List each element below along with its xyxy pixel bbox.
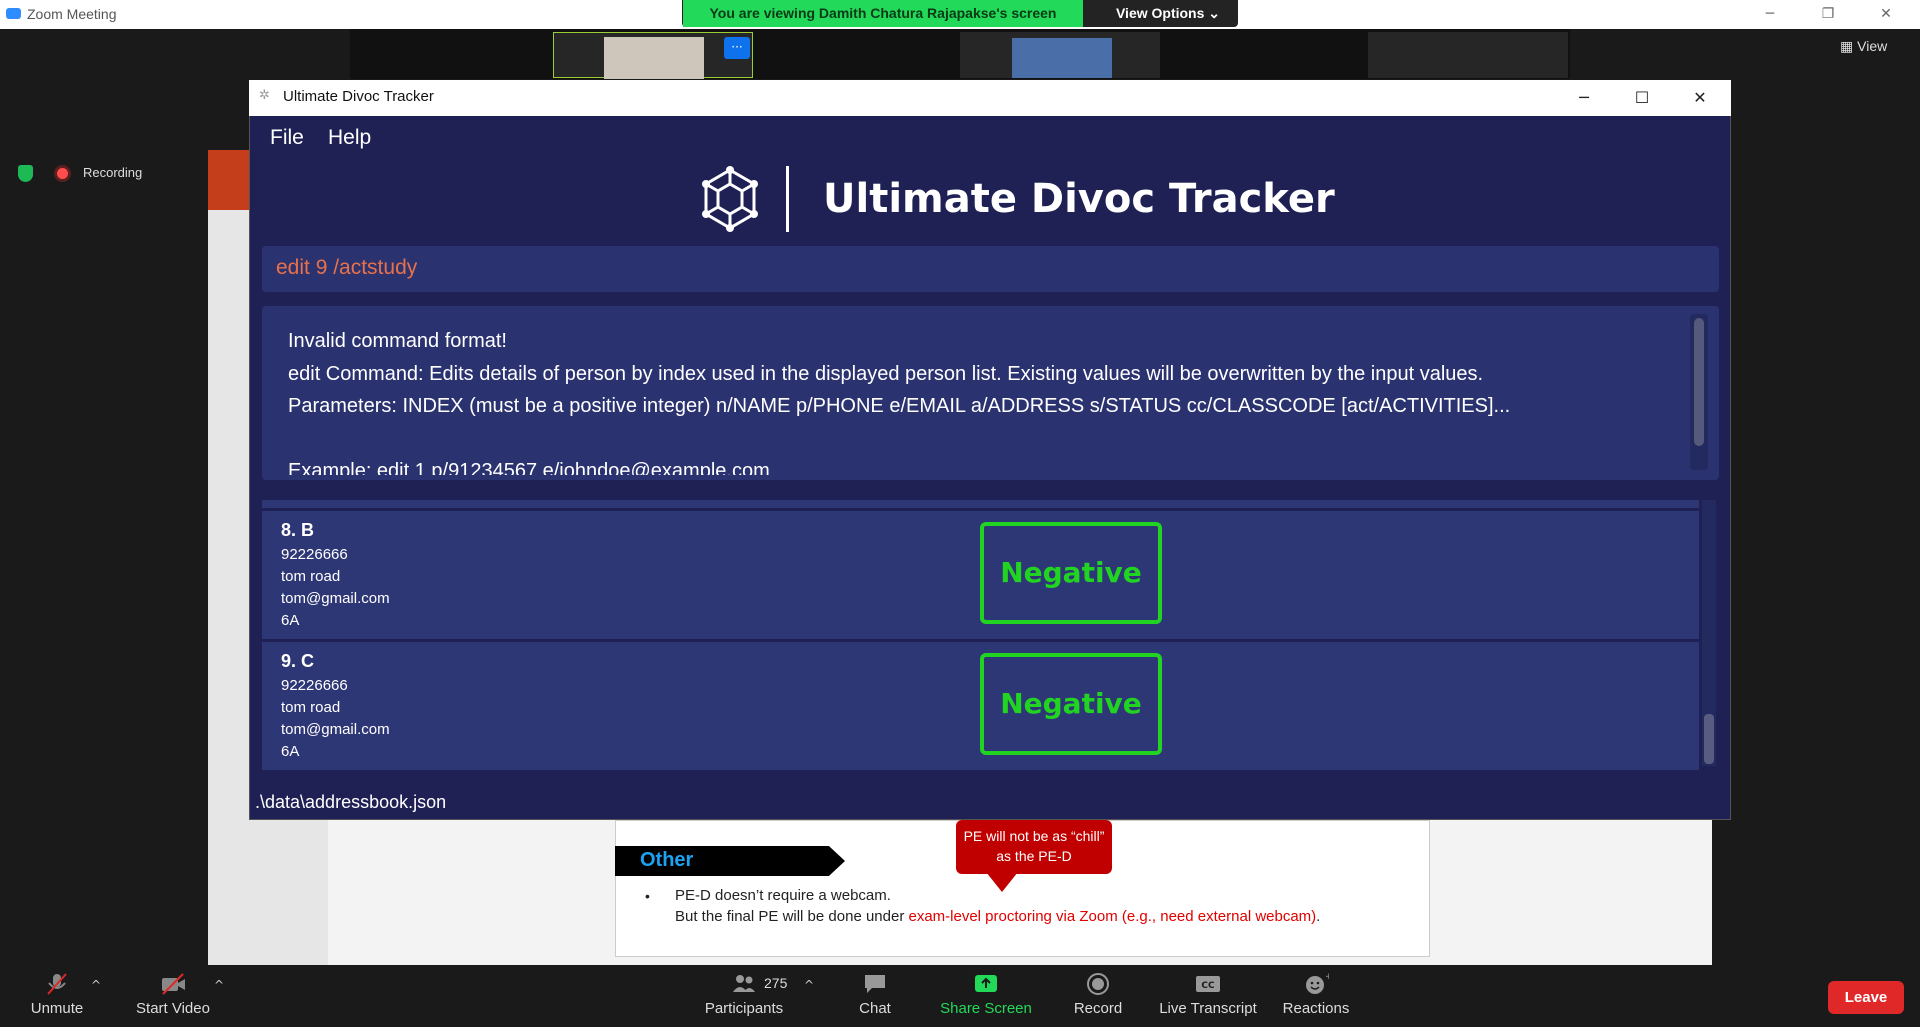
person-address: tom road bbox=[281, 568, 341, 585]
menu-help[interactable]: Help bbox=[328, 126, 371, 150]
list-scrollbar-thumb[interactable] bbox=[1704, 714, 1714, 764]
app-titlebar bbox=[249, 80, 1731, 116]
result-text: Invalid command format! edit Command: Ed… bbox=[288, 330, 1511, 475]
unmute-button[interactable]: Unmute bbox=[20, 972, 94, 1017]
chevron-up-icon[interactable]: ^ bbox=[214, 978, 224, 992]
person-classcode: 6A bbox=[281, 612, 300, 629]
participants-icon bbox=[733, 975, 755, 992]
person-email: tom@gmail.com bbox=[281, 590, 390, 607]
record-label: Record bbox=[1073, 1000, 1123, 1017]
logo-text: Ultimate Divoc Tracker bbox=[823, 176, 1335, 222]
menu-file[interactable]: File bbox=[270, 126, 304, 150]
start-video-button[interactable]: Start Video bbox=[130, 972, 216, 1017]
status-bar-path: .\data\addressbook.json bbox=[255, 792, 447, 812]
video-thumbnail[interactable] bbox=[960, 32, 1160, 78]
person-card[interactable]: 9. C 92226666 tom road tom@gmail.com 6A … bbox=[262, 642, 1699, 770]
participant-video bbox=[1012, 38, 1112, 78]
person-phone: 92226666 bbox=[281, 546, 348, 563]
app-minimize-icon[interactable]: ─ bbox=[1564, 86, 1604, 110]
person-header: 8. B bbox=[281, 520, 315, 540]
slide-text-suffix: . bbox=[1316, 908, 1321, 925]
view-options-button[interactable]: View Options ⌄ bbox=[1100, 0, 1236, 27]
app-icon: ✲ bbox=[259, 88, 270, 103]
previous-card-edge bbox=[262, 500, 1699, 508]
more-icon[interactable]: ··· bbox=[724, 37, 750, 59]
chevron-up-icon[interactable]: ^ bbox=[91, 978, 101, 992]
restore-icon[interactable]: ❐ bbox=[1808, 2, 1848, 26]
app-maximize-icon[interactable]: ☐ bbox=[1622, 86, 1662, 110]
molecule-logo-icon bbox=[702, 166, 758, 232]
command-input[interactable] bbox=[276, 256, 1676, 280]
record-dot-icon bbox=[57, 168, 68, 179]
share-screen-icon bbox=[975, 975, 997, 992]
close-icon[interactable]: ✕ bbox=[1866, 2, 1906, 26]
live-transcript-label: Live Transcript bbox=[1159, 1000, 1257, 1017]
result-scrollbar-thumb[interactable] bbox=[1694, 318, 1704, 446]
app-close-icon[interactable]: ✕ bbox=[1680, 86, 1720, 110]
status-badge: Negative bbox=[980, 522, 1162, 624]
callout-box: PE will not be as “chill” as the PE-D bbox=[956, 820, 1112, 874]
minimize-icon[interactable]: ─ bbox=[1750, 2, 1790, 26]
slide-text-highlight: exam-level proctoring via Zoom (e.g., ne… bbox=[908, 908, 1317, 925]
person-email: tom@gmail.com bbox=[281, 721, 390, 738]
zoom-window-title: Zoom Meeting bbox=[27, 6, 117, 22]
leave-button[interactable]: Leave bbox=[1828, 981, 1904, 1014]
logo-divider bbox=[786, 166, 789, 232]
app-window-title: Ultimate Divoc Tracker bbox=[283, 88, 434, 105]
person-phone: 92226666 bbox=[281, 677, 348, 694]
unmute-label: Unmute bbox=[30, 1000, 84, 1017]
record-button[interactable]: Record bbox=[1070, 972, 1126, 1017]
record-icon bbox=[1087, 973, 1109, 995]
chat-button[interactable]: Chat bbox=[850, 972, 900, 1017]
slide-text-prefix: But the final PE will be done under bbox=[675, 908, 909, 925]
slide-text-line1: PE-D doesn’t require a webcam. bbox=[675, 887, 891, 904]
slide-text-line2: But the final PE will be done under exam… bbox=[675, 908, 1320, 925]
chat-label: Chat bbox=[859, 1000, 891, 1017]
video-thumbnail[interactable]: ··· bbox=[553, 32, 753, 79]
share-screen-button[interactable]: Share Screen bbox=[936, 972, 1036, 1017]
callout-tail bbox=[986, 872, 1018, 892]
person-classcode: 6A bbox=[281, 743, 300, 760]
reactions-icon: + bbox=[1306, 972, 1329, 994]
svg-text:CC: CC bbox=[1201, 981, 1215, 991]
closed-caption-icon: CC bbox=[1196, 976, 1220, 992]
share-screen-label: Share Screen bbox=[940, 1000, 1032, 1017]
bullet: • bbox=[645, 888, 650, 904]
video-thumbnail[interactable] bbox=[1368, 32, 1568, 78]
viewing-banner-text: You are viewing Damith Chatura Rajapakse… bbox=[683, 0, 1083, 27]
reactions-label: Reactions bbox=[1282, 1000, 1350, 1017]
recording-label: Recording bbox=[83, 165, 143, 180]
start-video-label: Start Video bbox=[136, 1000, 210, 1017]
chat-icon bbox=[865, 975, 885, 993]
video-off-icon bbox=[162, 973, 185, 995]
svg-text:+: + bbox=[1325, 972, 1329, 982]
section-title: Other bbox=[640, 849, 694, 871]
participants-count: 275 bbox=[764, 975, 788, 991]
person-header: 9. C bbox=[281, 651, 315, 671]
participant-video bbox=[604, 37, 704, 79]
grid-icon: ▦ bbox=[1840, 38, 1858, 54]
chevron-up-icon[interactable]: ^ bbox=[804, 978, 814, 992]
status-badge: Negative bbox=[980, 653, 1162, 755]
reactions-button[interactable]: + Reactions bbox=[1280, 972, 1352, 1017]
powerpoint-file-tab[interactable] bbox=[208, 150, 250, 210]
view-button[interactable]: ▦ View bbox=[1840, 38, 1887, 55]
microphone-muted-icon bbox=[47, 973, 67, 995]
person-address: tom road bbox=[281, 699, 341, 716]
participants-label: Participants bbox=[704, 1000, 784, 1017]
shield-icon bbox=[18, 165, 33, 182]
live-transcript-button[interactable]: CC Live Transcript bbox=[1156, 972, 1260, 1017]
person-card[interactable]: 8. B 92226666 tom road tom@gmail.com 6A … bbox=[262, 511, 1699, 639]
view-label: View bbox=[1857, 38, 1888, 54]
zoom-logo-icon bbox=[6, 8, 21, 19]
